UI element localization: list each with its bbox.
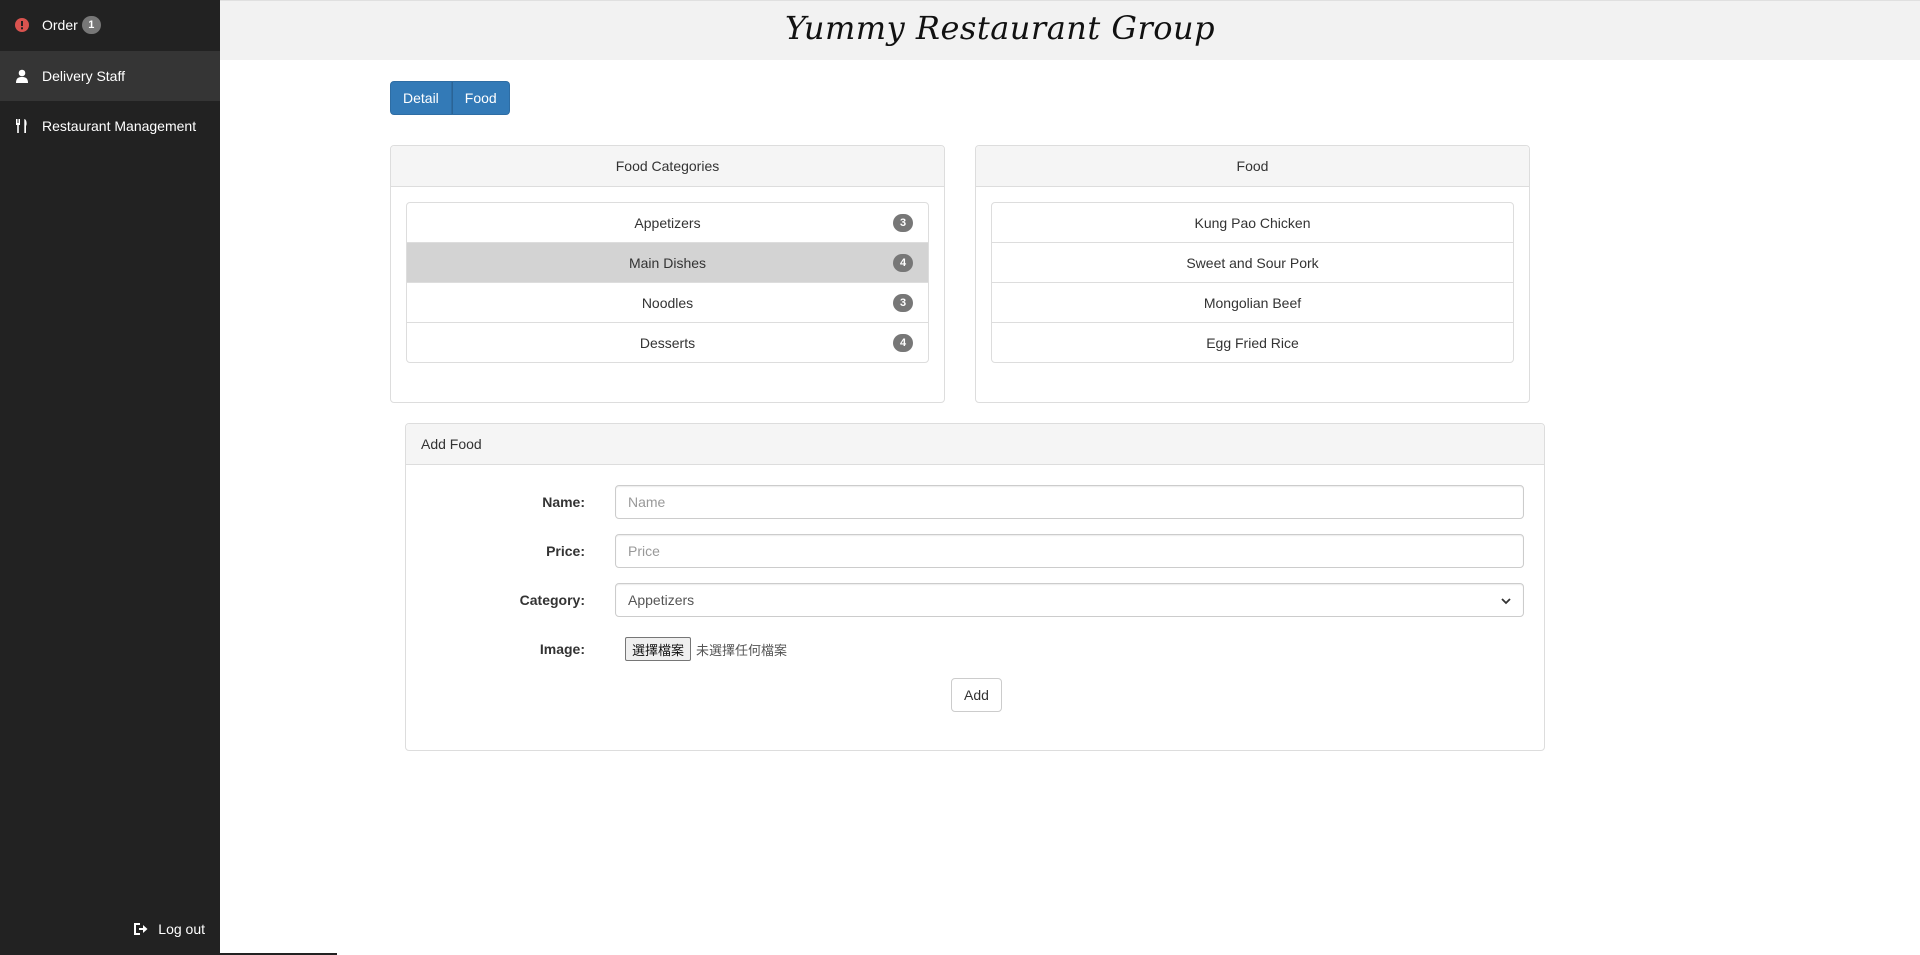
category-label: Noodles <box>641 294 694 311</box>
category-count-badge: 3 <box>893 294 913 312</box>
category-count-badge: 3 <box>893 214 913 232</box>
category-label: Main Dishes <box>628 254 707 271</box>
user-icon <box>14 68 30 84</box>
image-label: Image: <box>539 641 585 657</box>
food-button[interactable]: Food <box>451 81 510 115</box>
category-row: Category: Appetizers <box>406 583 1544 617</box>
sidebar-item-label: Order <box>42 17 78 33</box>
category-label: Desserts <box>639 334 696 351</box>
cutlery-icon <box>14 118 30 134</box>
page-header: Yummy Restaurant Group <box>220 0 1920 60</box>
food-categories-panel: Food Categories Appetizers 3 Main Dishes… <box>390 145 945 403</box>
add-food-panel: Add Food Name: Price: Category: Appetize… <box>405 423 1545 751</box>
food-item-label: Mongolian Beef <box>1203 294 1302 311</box>
category-item-appetizers[interactable]: Appetizers 3 <box>406 202 929 243</box>
category-select-value: Appetizers <box>628 592 695 608</box>
price-input[interactable] <box>615 534 1524 568</box>
price-row: Price: <box>406 534 1544 568</box>
file-input: 選擇檔案 未選擇任何檔案 <box>625 637 787 661</box>
logout-label: Log out <box>158 921 205 937</box>
file-status-text: 未選擇任何檔案 <box>696 642 788 658</box>
sidebar-item-restaurant-management[interactable]: Restaurant Management <box>0 101 220 151</box>
food-item-label: Sweet and Sour Pork <box>1186 254 1319 271</box>
category-select[interactable]: Appetizers <box>615 583 1524 617</box>
logout-icon <box>133 922 148 936</box>
category-label: Category: <box>519 592 585 608</box>
category-count-badge: 4 <box>893 254 913 272</box>
category-item-desserts[interactable]: Desserts 4 <box>406 322 929 363</box>
food-item-label: Egg Fried Rice <box>1206 334 1299 351</box>
food-item[interactable]: Mongolian Beef <box>991 282 1514 323</box>
sidebar-item-label: Delivery Staff <box>42 68 125 84</box>
name-input[interactable] <box>615 485 1524 519</box>
food-list: Kung Pao Chicken Sweet and Sour Pork Mon… <box>991 202 1514 363</box>
add-food-heading: Add Food <box>406 424 1544 465</box>
image-row: Image: 選擇檔案 未選擇任何檔案 <box>406 632 1544 666</box>
chevron-down-icon <box>1501 592 1511 608</box>
choose-file-button[interactable]: 選擇檔案 <box>625 637 692 661</box>
name-row: Name: <box>406 485 1544 519</box>
sidebar-item-delivery-staff[interactable]: Delivery Staff <box>0 51 220 101</box>
food-item[interactable]: Kung Pao Chicken <box>991 202 1514 243</box>
category-count-badge: 4 <box>893 334 913 352</box>
food-heading: Food <box>976 146 1529 187</box>
sidebar-item-label: Restaurant Management <box>42 118 197 134</box>
category-item-noodles[interactable]: Noodles 3 <box>406 282 929 323</box>
food-panel: Food Kung Pao Chicken Sweet and Sour Por… <box>975 145 1530 403</box>
sidebar: Order 1 Delivery Staff Restaurant Manage… <box>0 0 220 955</box>
category-label: Appetizers <box>634 214 701 231</box>
add-button[interactable]: Add <box>951 678 1002 712</box>
view-toggle-group: Detail Food <box>390 81 510 115</box>
category-list: Appetizers 3 Main Dishes 4 Noodles 3 Des… <box>406 202 929 363</box>
food-item-label: Kung Pao Chicken <box>1194 214 1311 231</box>
detail-button[interactable]: Detail <box>390 81 452 115</box>
category-item-main-dishes[interactable]: Main Dishes 4 <box>406 242 929 283</box>
food-item[interactable]: Sweet and Sour Pork <box>991 242 1514 283</box>
sidebar-item-order[interactable]: Order 1 <box>0 0 220 50</box>
alert-circle-icon <box>14 17 30 33</box>
food-item[interactable]: Egg Fried Rice <box>991 322 1514 363</box>
brand-title: Yummy Restaurant Group <box>785 9 1216 47</box>
logout-button[interactable]: Log out <box>133 921 205 937</box>
food-categories-heading: Food Categories <box>391 146 944 187</box>
order-count-badge: 1 <box>81 16 101 34</box>
price-label: Price: <box>546 543 585 559</box>
name-label: Name: <box>542 494 585 510</box>
